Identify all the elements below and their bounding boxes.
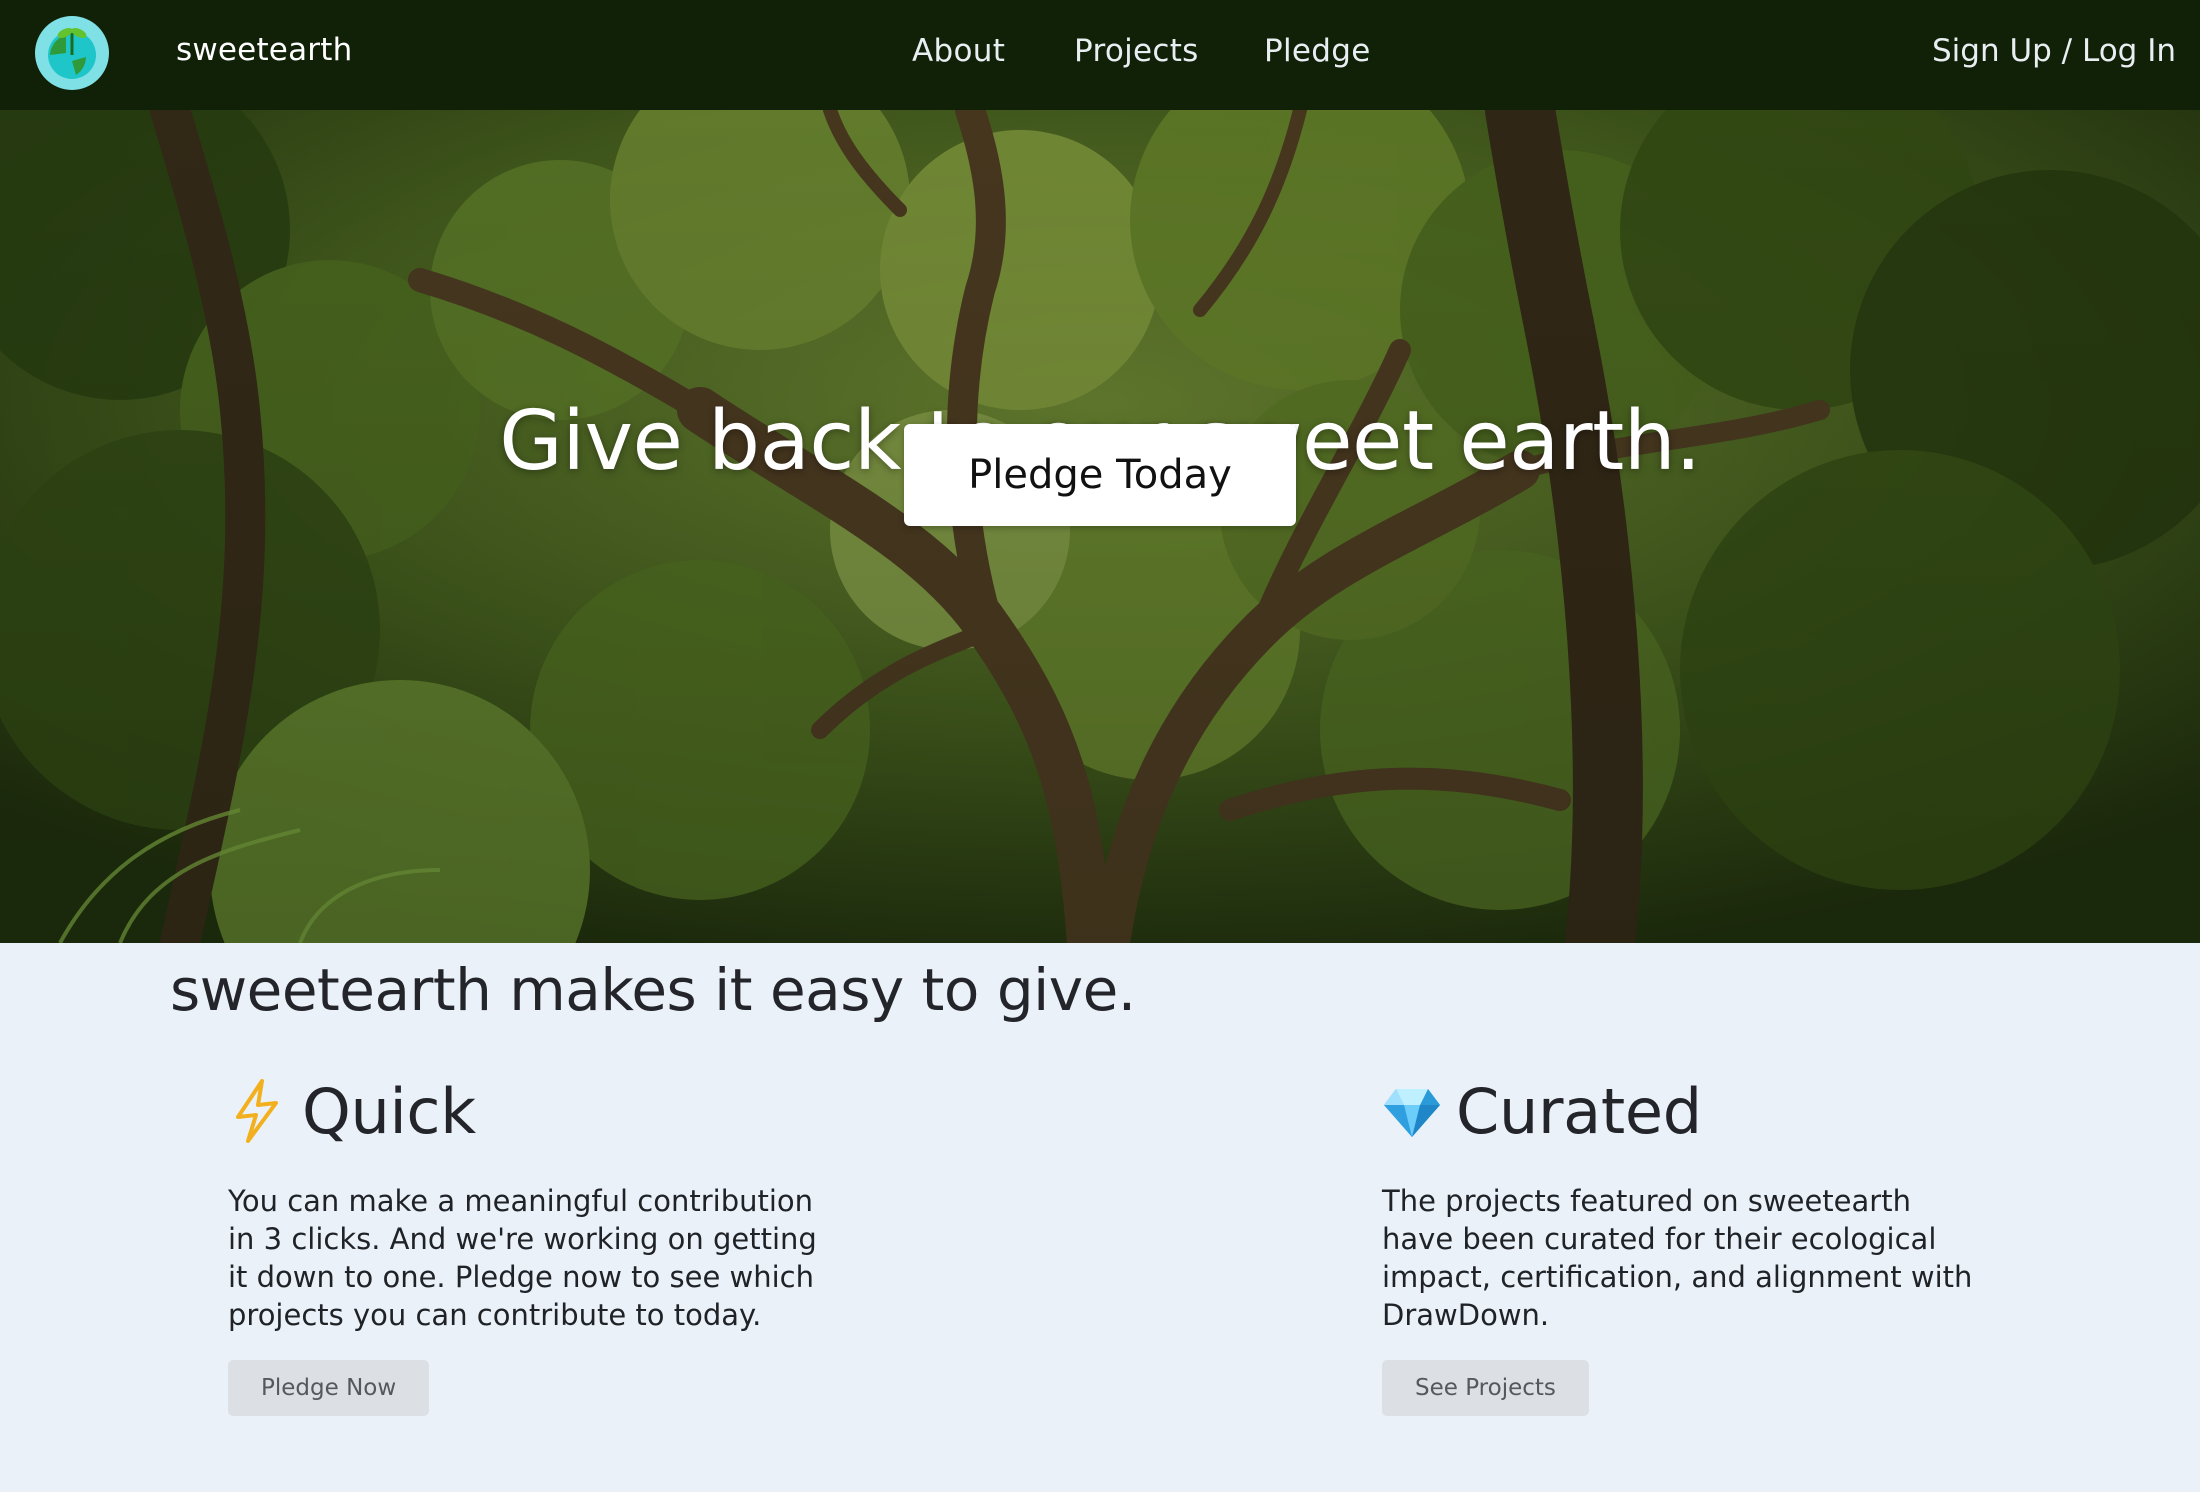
feature-curated: Curated The projects featured on sweetea… [1382,1074,2002,1416]
nav-link-projects[interactable]: Projects [1074,33,1199,69]
feature-curated-description: The projects featured on sweetearth have… [1382,1184,1973,1332]
auth-links: Sign Up / Log In [1932,33,2176,69]
pledge-now-button[interactable]: Pledge Now [228,1360,430,1416]
lightning-icon [236,1079,278,1143]
section-tagline: sweetearth makes it easy to give. [170,956,1136,1024]
sweetearth-logo-icon[interactable] [34,15,110,91]
gem-icon [1384,1089,1440,1137]
brand-name[interactable]: sweetearth [176,32,352,68]
feature-quick: Quick You can make a meaningful contribu… [228,1074,848,1416]
forest-canopy-image [0,110,2200,943]
hero-section: Give back to our sweet earth. Pledge Tod… [0,110,2200,943]
feature-curated-title: Curated [1456,1074,1702,1148]
auth-separator: / [2051,33,2082,69]
sign-up-link[interactable]: Sign Up [1932,33,2052,69]
feature-curated-header: Curated [1382,1074,2002,1148]
feature-quick-description: You can make a meaningful contribution i… [228,1184,817,1332]
see-projects-button[interactable]: See Projects [1382,1360,1589,1416]
feature-quick-header: Quick [228,1074,848,1148]
top-navbar: sweetearth About Projects Pledge Sign Up… [0,0,2200,110]
nav-link-about[interactable]: About [912,33,1005,69]
nav-link-pledge[interactable]: Pledge [1264,33,1371,69]
feature-quick-title: Quick [302,1074,476,1148]
pledge-today-button[interactable]: Pledge Today [904,424,1296,526]
log-in-link[interactable]: Log In [2082,33,2176,69]
